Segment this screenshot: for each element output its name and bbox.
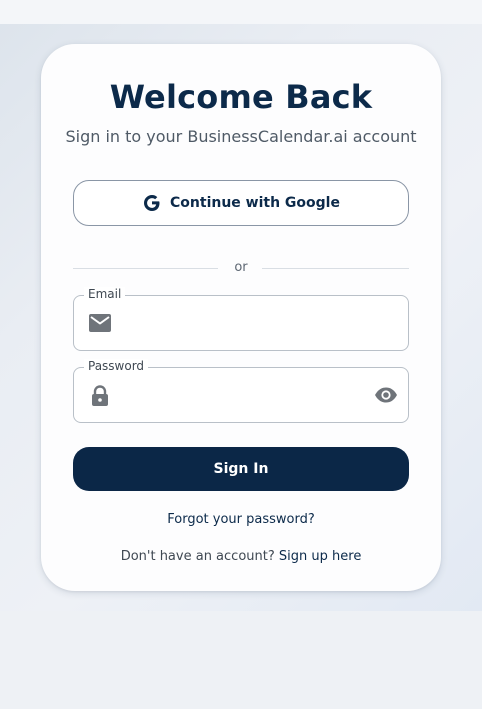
mail-icon [88,312,112,338]
page-title: Welcome Back [109,78,373,116]
email-field-label: Email [84,287,126,301]
email-field: Email [73,287,409,351]
email-input[interactable] [124,310,362,338]
divider-or-text: or [234,260,248,275]
password-input[interactable] [124,382,362,410]
sign-in-button[interactable]: Sign In [73,447,409,491]
forgot-password-link[interactable]: Forgot your password? [0,512,482,527]
page-subtitle: Sign in to your BusinessCalendar.ai acco… [65,127,417,146]
divider-line-right [262,268,409,269]
sign-up-link[interactable]: Sign up here [279,549,361,564]
eye-icon[interactable] [374,386,398,408]
password-field-label: Password [84,359,149,373]
page-top-strip [0,0,482,24]
password-field: Password [73,359,409,423]
signup-prompt-text: Don't have an account? [120,549,275,564]
lock-icon [90,385,110,411]
google-button-label: Continue with Google [170,195,340,211]
signup-prompt-row: Don't have an account? Sign up here [0,549,482,564]
continue-with-google-button[interactable]: Continue with Google [73,180,409,226]
google-icon [142,193,162,213]
